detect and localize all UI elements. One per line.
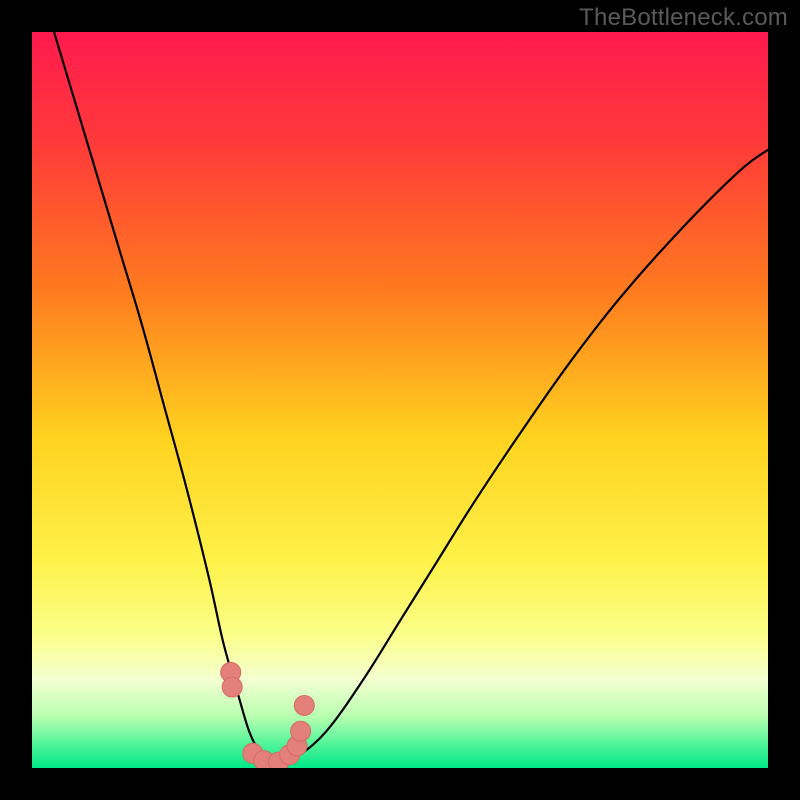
data-marker — [291, 721, 311, 741]
data-marker — [222, 677, 242, 697]
data-marker — [294, 695, 314, 715]
chart-frame: TheBottleneck.com — [0, 0, 800, 800]
gradient-background — [32, 32, 768, 768]
watermark-text: TheBottleneck.com — [579, 4, 788, 32]
chart-plot — [32, 32, 768, 768]
